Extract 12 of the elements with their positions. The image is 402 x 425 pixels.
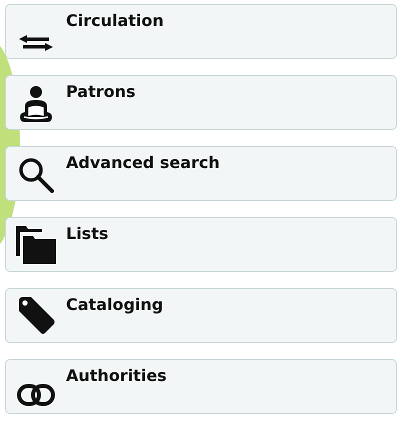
menu-item[interactable]: Advanced search xyxy=(5,146,397,201)
tag-icon xyxy=(17,297,55,335)
search-icon xyxy=(18,157,54,193)
arrows-icon xyxy=(19,35,53,51)
person-reading-icon xyxy=(19,86,53,122)
menu-item[interactable]: Cataloging xyxy=(5,288,397,343)
menu-item[interactable]: Lists xyxy=(5,217,397,272)
chain-link-icon xyxy=(17,384,55,406)
folders-icon xyxy=(16,226,56,264)
menu-item[interactable]: Authorities xyxy=(5,359,397,414)
menu-item[interactable]: Patrons xyxy=(5,75,397,130)
menu-item[interactable]: Circulation xyxy=(5,4,397,59)
